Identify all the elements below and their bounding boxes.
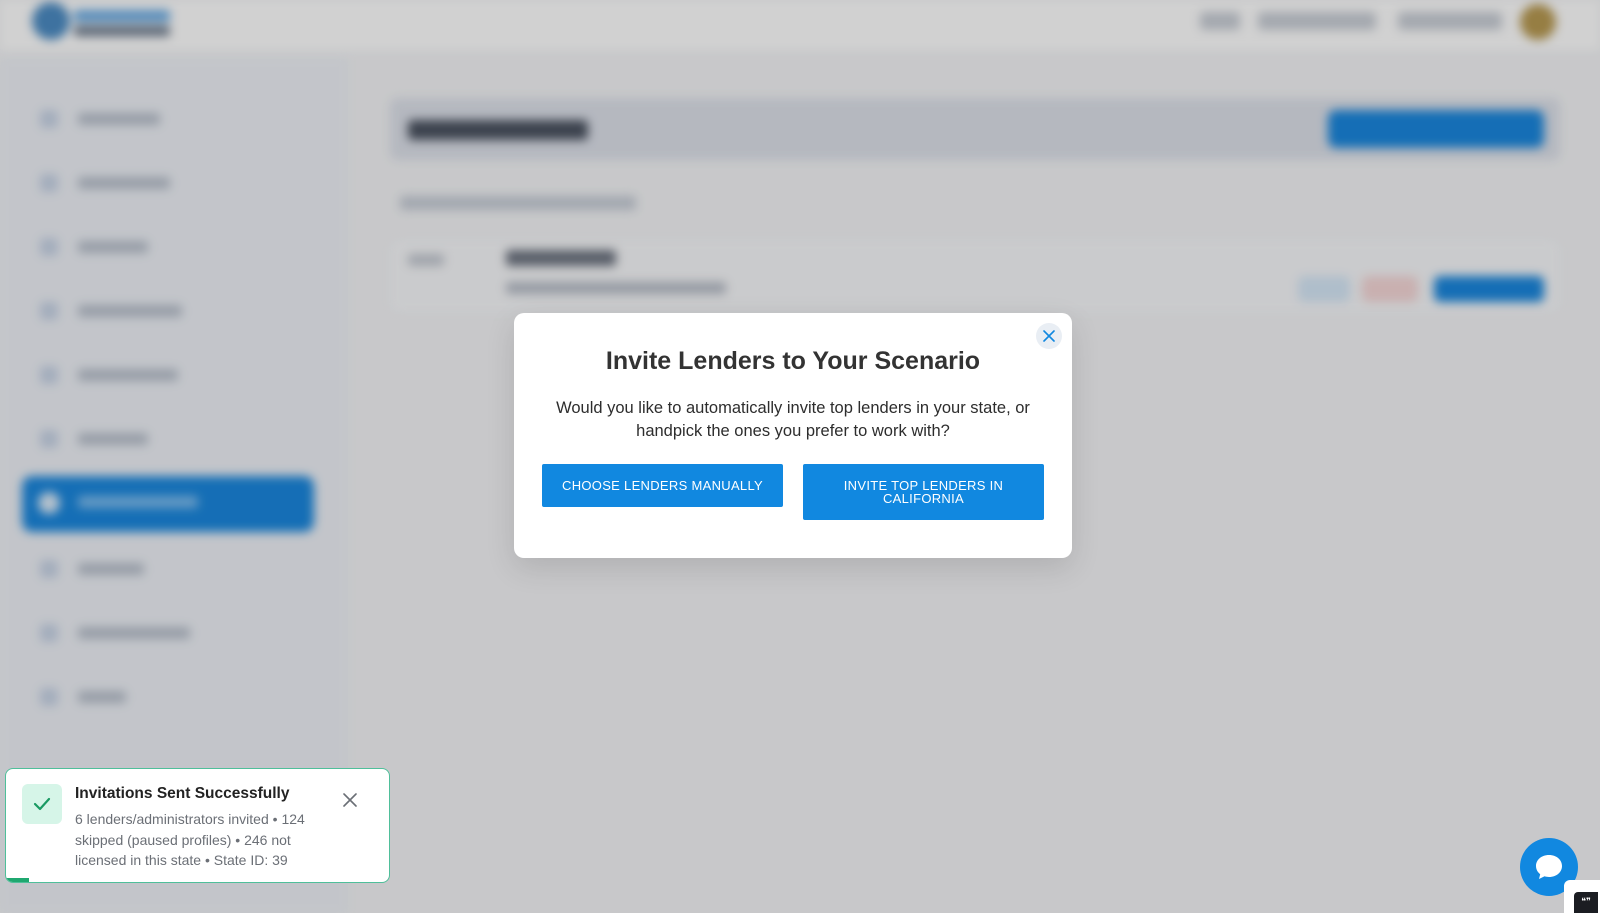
check-icon: [33, 797, 51, 811]
invite-lenders-modal: Invite Lenders to Your Scenario Would yo…: [514, 313, 1072, 558]
toast-close-button[interactable]: [342, 793, 358, 809]
close-icon: [343, 793, 357, 807]
toast-title: Invitations Sent Successfully: [75, 785, 290, 802]
toast-message: 6 lenders/administrators invited • 124 s…: [75, 811, 305, 868]
feedback-tab[interactable]: ❝❞: [1564, 880, 1600, 913]
invite-top-lenders-button[interactable]: INVITE TOP LENDERS IN CALIFORNIA: [803, 464, 1044, 520]
quote-icon: ❝❞: [1574, 892, 1598, 913]
modal-description: Would you like to automatically invite t…: [556, 399, 1030, 440]
success-toast: Invitations Sent Successfully 6 lenders/…: [5, 768, 390, 883]
choose-lenders-manually-button[interactable]: CHOOSE LENDERS MANUALLY: [542, 464, 783, 507]
chat-bubble-icon: [1536, 855, 1562, 879]
toast-progress-bar: [6, 878, 29, 882]
modal-close-button[interactable]: [1036, 323, 1062, 349]
close-icon: [1043, 330, 1055, 342]
toast-status: [22, 784, 62, 824]
modal-title: Invite Lenders to Your Scenario: [605, 347, 981, 375]
